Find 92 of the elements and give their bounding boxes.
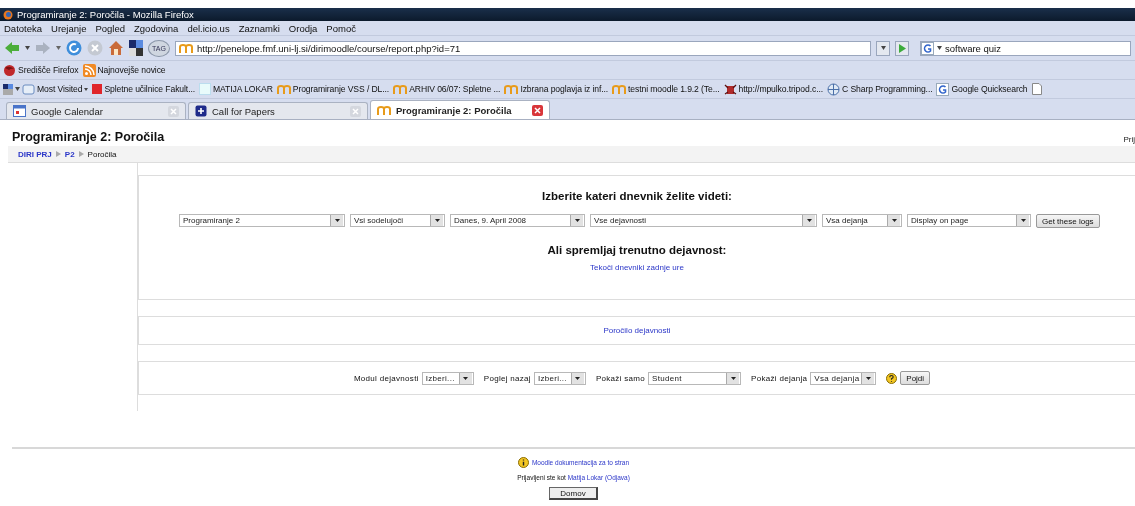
dropdown[interactable]: Vsa dejanja [810, 371, 877, 385]
menu-item[interactable]: Orodja [288, 22, 318, 34]
caret-icon [463, 376, 469, 380]
google-icon [936, 82, 950, 96]
search-field[interactable]: software quiz [920, 40, 1131, 56]
menu-item[interactable]: Zgodovina [134, 22, 179, 34]
caret-icon [865, 376, 871, 380]
dropdown[interactable]: Display on page [907, 214, 1031, 227]
go-button[interactable]: Pojdi [900, 371, 931, 385]
separator-arrow-icon [78, 151, 84, 157]
grid-icon[interactable] [3, 83, 13, 95]
login-text: Prij [1123, 135, 1135, 144]
caret-icon [730, 376, 736, 380]
bookmark-link[interactable]: Izbrana poglavja iz inf... [520, 84, 609, 94]
menu-item[interactable]: Datoteka [4, 22, 43, 34]
caret-icon [891, 219, 897, 222]
menu-item[interactable]: Pomoč [326, 22, 356, 34]
bookmark-link[interactable]: http://mpulko.tripod.c... [738, 84, 823, 94]
caret-icon [84, 87, 89, 91]
activity-report-link[interactable]: Poročilo dejavnosti [603, 326, 671, 335]
dropdown[interactable]: Izberi... [533, 371, 586, 385]
caret-icon [575, 376, 581, 380]
bug-icon [723, 82, 737, 96]
rss-icon [82, 63, 96, 77]
section-heading: Ali spremljaj trenutno dejavnost: [547, 244, 727, 256]
bookmark-link[interactable]: Programiranje VSS / DL... [292, 84, 390, 94]
info-icon[interactable] [517, 457, 529, 468]
bookmark-link[interactable]: testni moodle 1.9.2 (Te... [628, 84, 720, 94]
calendar-icon [13, 105, 26, 117]
bookmark-link[interactable]: Spletne učilnice Fakult... [104, 84, 195, 94]
get-logs-button[interactable]: Get these logs [1036, 214, 1100, 228]
help-icon[interactable] [886, 372, 898, 384]
dropdown[interactable]: Danes, 9. April 2008 [450, 214, 585, 227]
caret-icon[interactable] [15, 87, 20, 91]
square-icon [92, 84, 103, 94]
breadcrumb-link[interactable]: P2 [64, 149, 75, 159]
bookmark-link[interactable]: C Sharp Programming... [842, 84, 933, 94]
breadcrumb-link[interactable]: DIRI PRJ [18, 149, 52, 159]
flame-icon [3, 63, 16, 77]
browser-tab[interactable]: Call for Papers [188, 102, 368, 119]
go-button[interactable] [895, 40, 909, 56]
caret-icon [334, 219, 340, 222]
menu-item[interactable]: del.icio.us [187, 22, 230, 34]
browser-tab[interactable]: Programiranje 2: Poročila [370, 100, 550, 119]
caret-icon [574, 219, 580, 222]
browser-tab[interactable]: Google Calendar [6, 102, 186, 119]
dropdown[interactable]: Vsi sodelujoči [350, 214, 445, 227]
page-icon [22, 83, 35, 95]
live-logs-link[interactable]: Tekoči dnevniki zadnje ure [590, 263, 684, 272]
home-icon[interactable] [108, 40, 124, 56]
field-label: Pokaži samo [595, 373, 646, 383]
page-icon[interactable] [1031, 83, 1042, 95]
caret-icon [434, 219, 440, 222]
dropdown[interactable]: Programiranje 2 [179, 214, 345, 227]
caret-icon[interactable] [56, 46, 61, 50]
globe-icon [827, 82, 840, 96]
google-icon [921, 41, 934, 55]
reload-icon[interactable] [66, 40, 82, 56]
field-label: Modul dejavnosti [353, 373, 419, 383]
dropdown[interactable]: Vse dejavnosti [590, 214, 817, 227]
separator-arrow-icon [55, 151, 61, 157]
bookmark-link[interactable]: ARHIV 06/07: Spletne ... [409, 84, 501, 94]
menu-item[interactable]: Pogled [95, 22, 125, 34]
page-heading: Programiranje 2: Poročila [12, 130, 165, 144]
plus-square-icon [195, 105, 207, 117]
bookmark-link[interactable]: Most Visited [37, 84, 83, 94]
window-title: Programiranje 2: Poročila - Mozilla Firefox [17, 9, 194, 20]
field-label: Poglej nazaj [483, 373, 531, 383]
dropdown[interactable]: Izberi... [421, 371, 474, 385]
breadcrumb-current: Poročila [87, 149, 117, 159]
caret-icon [1020, 219, 1026, 222]
blank-page-icon [199, 83, 211, 95]
caret-icon [937, 46, 942, 50]
field-label: Pokaži dejanja [751, 373, 808, 383]
bookmark-link[interactable]: MATIJA LOKAR [213, 84, 273, 94]
caret-icon [880, 46, 886, 50]
dropdown[interactable]: Vsa dejanja [822, 214, 902, 227]
caret-icon[interactable] [25, 46, 30, 50]
bookmark-link[interactable]: Najnovejše novice [97, 65, 166, 75]
section-heading: Izberite kateri dnevnik želite videti: [542, 190, 732, 202]
dropdown[interactable]: Student [648, 371, 742, 385]
menu-item[interactable]: Zaznamki [238, 22, 280, 34]
close-icon[interactable] [532, 104, 543, 116]
address-field[interactable]: http://penelope.fmf.uni-lj.si/dirimoodle/course/report.php?id=71 [175, 40, 871, 56]
menu-item[interactable]: Urejanje [51, 22, 87, 34]
bookmark-link[interactable]: Središče Firefox [18, 65, 79, 75]
caret-icon [806, 219, 812, 222]
home-button[interactable]: Domov [549, 487, 598, 500]
dropdown-button[interactable] [876, 40, 890, 56]
grid-icon[interactable] [129, 40, 143, 56]
bookmark-link[interactable]: Google Quicksearch [951, 84, 1028, 94]
play-icon [898, 43, 906, 53]
